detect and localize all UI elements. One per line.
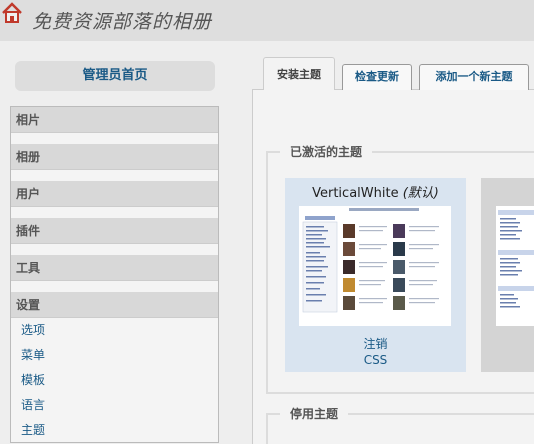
home-icon[interactable] xyxy=(1,2,23,24)
inactive-themes-group: 停用主题 xyxy=(266,405,534,444)
admin-home-button[interactable]: 管理员首页 xyxy=(15,61,215,91)
deactivate-theme-link[interactable]: 注销 xyxy=(285,335,466,352)
menu-section-settings[interactable]: 设置 xyxy=(11,292,218,318)
theme-card: VerticalWhite (默认) 注销 CSS xyxy=(285,178,466,372)
menu-item-options[interactable]: 选项 xyxy=(11,318,218,343)
menu-section-users[interactable]: 用户 xyxy=(11,181,218,207)
sidebar-menu: 相片 相册 用户 插件 工具 设置 选项 菜单 模板 语言 主题 xyxy=(10,106,219,443)
theme-name: VerticalWhite (默认) xyxy=(285,182,466,201)
header-bar: 免费资源部落的相册 xyxy=(0,0,534,41)
theme-thumbnail[interactable] xyxy=(299,206,451,326)
menu-section-tools[interactable]: 工具 xyxy=(11,255,218,281)
tab-check-updates[interactable]: 检查更新 xyxy=(342,64,412,90)
menu-section-albums[interactable]: 相册 xyxy=(11,144,218,170)
theme-default-label: (默认) xyxy=(402,186,439,201)
theme-card xyxy=(481,178,534,372)
inactive-themes-legend: 停用主题 xyxy=(290,407,339,421)
menu-item-templates[interactable]: 模板 xyxy=(11,368,218,393)
tab-add-new-theme[interactable]: 添加一个新主题 xyxy=(419,64,529,90)
tab-install-themes[interactable]: 安装主题 xyxy=(263,57,335,90)
theme-name-text: VerticalWhite xyxy=(312,186,399,201)
menu-section-photos[interactable]: 相片 xyxy=(11,107,218,133)
menu-item-menus[interactable]: 菜单 xyxy=(11,343,218,368)
theme-thumbnail[interactable] xyxy=(496,206,534,326)
active-themes-legend: 已激活的主题 xyxy=(290,145,363,159)
menu-section-plugins[interactable]: 插件 xyxy=(11,218,218,244)
gallery-title[interactable]: 免费资源部落的相册 xyxy=(32,7,212,34)
theme-css-link[interactable]: CSS xyxy=(285,353,466,367)
menu-item-languages[interactable]: 语言 xyxy=(11,393,218,418)
menu-item-themes[interactable]: 主题 xyxy=(11,418,218,443)
